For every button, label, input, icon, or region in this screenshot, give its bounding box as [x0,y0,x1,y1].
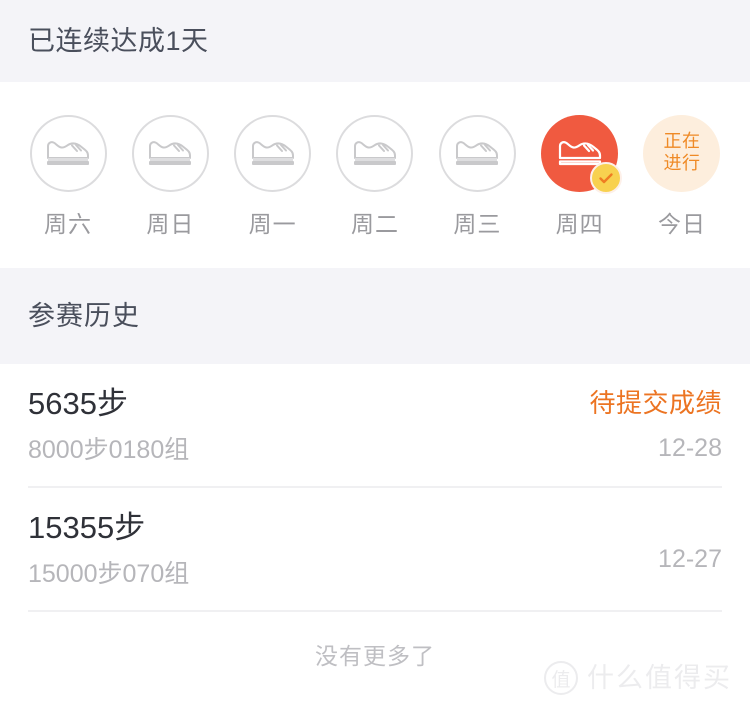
day-circle[interactable] [29,114,107,192]
day-item-tuesday[interactable]: 周二 [327,114,423,237]
shoe-icon [456,141,499,165]
history-step-count: 5635步 [28,385,128,421]
history-row-meta: 12-27 [658,527,722,572]
in-progress-line1: 正在 [663,131,701,152]
day-label: 周六 [44,210,92,237]
history-row-main: 5635步 8000步0180组 [28,388,189,463]
no-more-text: 没有更多了 [315,643,435,669]
shoe-icon [353,141,396,165]
history-row-detail: 15000步070组 [28,559,190,588]
check-icon [590,161,623,194]
history-step-count: 15355步 [28,509,146,545]
in-progress-badge: 正在 进行 [663,131,700,175]
shoe-icon [149,141,192,165]
history-section-title: 参赛历史 [28,300,140,331]
day-label: 周一 [248,210,297,237]
history-row-main: 15355步 15000步070组 [28,512,189,587]
streak-banner: 已连续达成1天 [0,0,750,82]
day-label: 今日 [657,210,706,237]
status-badge: 待提交成绩 [589,387,722,418]
history-section-header: 参赛历史 [0,268,750,364]
day-label: 周三 [453,210,502,237]
shoe-icon [251,141,294,165]
week-progress-row: 周六 周日 周一 周二 周三 周四 正在 进行 今日 [0,82,750,268]
day-label: 周日 [146,210,195,237]
day-label: 周二 [350,210,399,237]
shoe-icon [47,141,89,165]
day-circle-in-progress[interactable]: 正在 进行 [643,114,721,192]
day-item-today[interactable]: 正在 进行 今日 [634,114,730,237]
history-list: 5635步 8000步0180组 待提交成绩 12-28 15355步 1500… [0,364,750,612]
shoe-icon [558,141,601,166]
day-item-thursday[interactable]: 周四 [532,114,628,237]
table-row[interactable]: 5635步 8000步0180组 待提交成绩 12-28 [28,364,722,488]
day-item-monday[interactable]: 周一 [225,114,321,237]
day-item-sunday[interactable]: 周日 [122,114,218,237]
day-circle[interactable] [131,114,209,192]
table-row[interactable]: 15355步 15000步070组 12-27 [28,488,722,612]
history-row-date: 12-28 [658,433,722,462]
watermark: 值 什么值得买 [544,661,732,695]
day-item-saturday[interactable]: 周六 [20,114,116,237]
in-progress-line2: 进行 [663,153,701,173]
watermark-logo-icon: 值 [544,661,578,695]
day-label: 周四 [555,210,604,237]
history-row-date: 12-27 [658,544,722,573]
day-circle[interactable] [438,114,516,192]
history-row-detail: 8000步0180组 [28,435,190,464]
check-glyph [599,172,613,183]
day-circle[interactable] [336,114,414,192]
day-circle[interactable] [234,114,312,192]
history-row-meta: 待提交成绩 12-28 [589,390,722,461]
watermark-text: 什么值得买 [587,662,732,693]
day-circle-completed[interactable] [541,114,623,194]
day-item-wednesday[interactable]: 周三 [429,114,525,237]
streak-title: 已连续达成1天 [28,25,209,56]
